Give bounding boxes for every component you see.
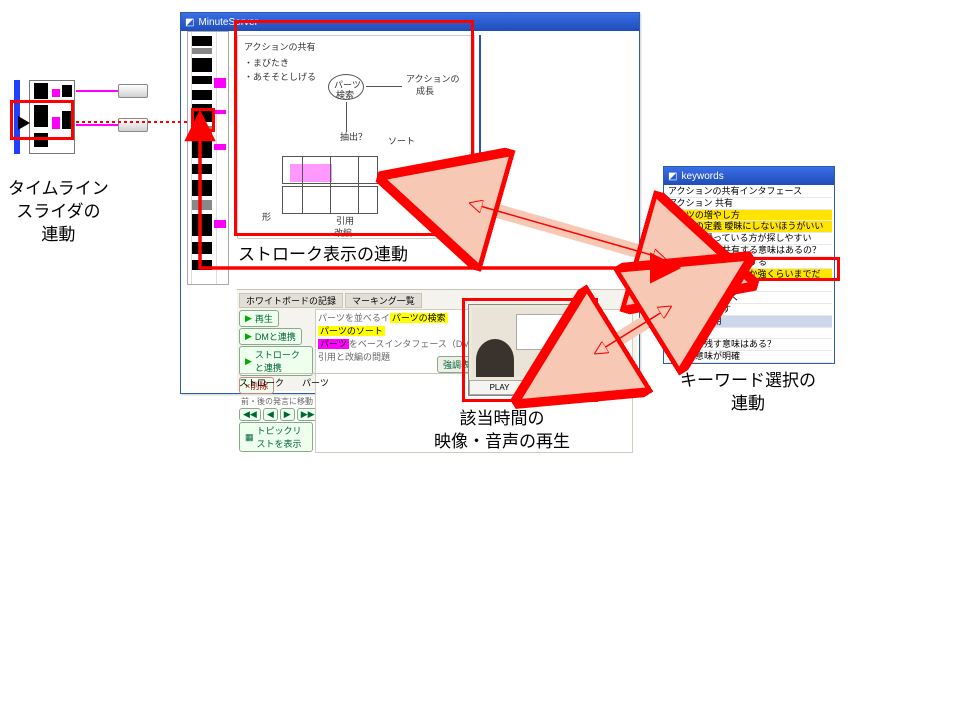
play-icon: ▶ xyxy=(245,356,252,367)
keyword-item[interactable]: 授権が統通っている方が探しやすい xyxy=(666,233,832,245)
wb-text: アクションの共有 xyxy=(244,40,316,53)
keyword-item[interactable]: 引用 xyxy=(666,328,832,340)
anno-stroke: ストローク表示の連動 xyxy=(238,244,408,267)
keyword-item[interactable]: リンクを残す意味はある？ xyxy=(666,339,832,351)
list-icon: ▦ xyxy=(245,432,254,443)
keyword-item[interactable]: 言語は意味が明確 xyxy=(666,351,832,363)
keyword-list[interactable]: アクションの共有インタフェースアクション 共有パーツの増やし方パーツの定義 曖昧… xyxy=(664,185,834,363)
main-titlebar[interactable]: ◩ MinuteServer xyxy=(181,13,639,31)
tab-whiteboard[interactable]: ホワイトボードの記録 xyxy=(239,293,343,308)
keyword-item[interactable]: 分割して利用 xyxy=(666,316,832,328)
nav-label: 前・後の発言に移動 xyxy=(241,396,313,407)
keyword-titlebar[interactable]: ◩ keywords xyxy=(664,167,834,185)
wb-text: 検索 xyxy=(336,88,354,101)
anno-video: 該当時間の映像・音声の再生 xyxy=(434,408,570,454)
keyword-item[interactable]: 合成 xyxy=(666,280,832,292)
video-frame[interactable] xyxy=(472,308,588,377)
main-title: MinuteServer xyxy=(198,17,257,28)
keyword-item[interactable]: アクション 共有 xyxy=(666,198,832,210)
nav-prev-fast[interactable]: ◀◀ xyxy=(239,408,261,421)
bottom-tab-stroke[interactable]: ストローク xyxy=(239,376,284,389)
wb-text: ソート xyxy=(388,134,415,147)
video-window: PLAY CURRENT xyxy=(468,304,592,396)
anno-timeline: タイムラインスライダの連動 xyxy=(8,178,109,247)
app-icon: ◩ xyxy=(185,17,194,28)
wb-text: 成長 xyxy=(416,84,434,97)
play-button[interactable]: ▶再生 xyxy=(239,310,279,327)
slider-handle-1[interactable] xyxy=(118,84,148,98)
keyword-item[interactable]: 整数履歴の数で分類する xyxy=(666,257,832,269)
wb-text: 形 xyxy=(262,210,271,223)
play-icon: ▶ xyxy=(245,313,252,324)
wb-text: 抽出？ xyxy=(340,130,367,143)
stroke-link-button[interactable]: ▶ストロークと連携 xyxy=(239,346,313,376)
keyword-item[interactable]: パーツの増やし方 xyxy=(666,210,832,222)
anno-keyword: キーワード選択の連動 xyxy=(680,370,816,416)
whiteboard[interactable]: アクションの共有 ・まびたき ・あそそとしげる パーツ 検索 アクションの 成長… xyxy=(237,35,475,239)
keyword-item[interactable]: アクションの共有インタフェース xyxy=(666,186,832,198)
left-timeline-slider xyxy=(14,80,154,154)
wb-text: ・まびたき xyxy=(244,56,289,69)
play-icon: ▶ xyxy=(245,331,252,342)
inner-timeline[interactable] xyxy=(187,31,229,285)
tab-marking[interactable]: マーキング一覧 xyxy=(345,293,422,308)
slider-handle-2[interactable] xyxy=(118,118,148,132)
wb-text: ・あそそとしげる xyxy=(244,70,316,83)
keyword-item[interactable]: あとから増やす xyxy=(666,304,832,316)
video-play-button[interactable]: PLAY xyxy=(469,380,530,395)
topic-list-button[interactable]: ▦トピックリストを表示 xyxy=(239,422,313,452)
app-icon: ◩ xyxy=(668,171,677,182)
nav-next[interactable]: ▶ xyxy=(280,408,295,421)
video-current-button[interactable]: CURRENT xyxy=(530,380,591,395)
keyword-item[interactable]: 複雑なものを共有する意味はあるの？ xyxy=(666,245,832,257)
bottom-tab-parts[interactable]: パーツ xyxy=(302,376,329,389)
keyword-item[interactable]: パーツの定義 曖昧にしないほうがいい xyxy=(666,221,832,233)
dm-link-button[interactable]: ▶DMと連携 xyxy=(239,328,302,345)
nav-prev[interactable]: ◀ xyxy=(263,408,278,421)
keyword-item[interactable]: あとについて置く xyxy=(666,292,832,304)
wb-text: 改編 xyxy=(334,226,352,239)
keyword-window: ◩ keywords アクションの共有インタフェースアクション 共有パーツの増や… xyxy=(663,166,835,364)
keyword-title: keywords xyxy=(681,171,723,182)
keyword-item[interactable]: パーツは多くて５とか強くらいまでだ xyxy=(666,269,832,281)
